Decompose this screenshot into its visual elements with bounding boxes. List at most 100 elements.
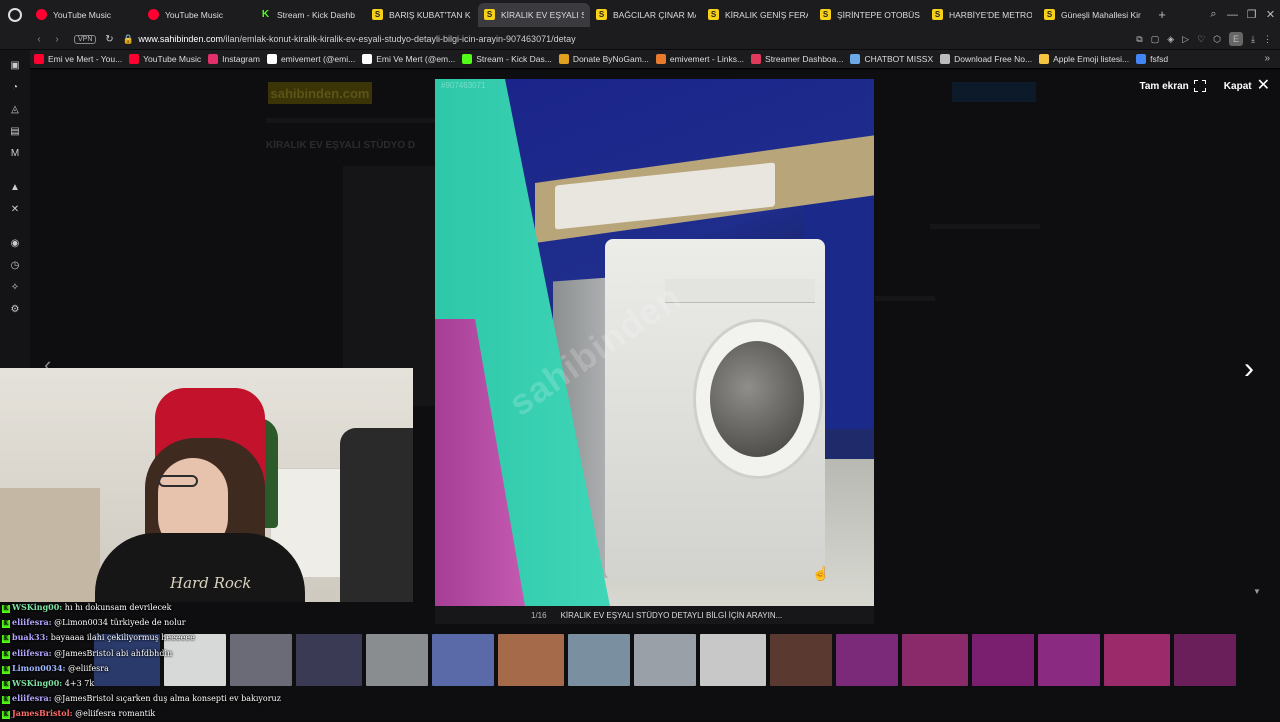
extensions-icon[interactable]: ⬡ bbox=[1213, 34, 1221, 45]
bookmark-8[interactable]: Streamer Dashboa... bbox=[751, 54, 850, 64]
bookmark-11[interactable]: Apple Emoji listesi... bbox=[1039, 54, 1136, 64]
chat-username[interactable]: eliifesra: bbox=[12, 617, 52, 627]
kick-badge-icon: K bbox=[2, 650, 10, 659]
photo-caption-bar: 1/16 KİRALIK EV EŞYALI STÜDYO DETAYLI Bİ… bbox=[435, 606, 874, 624]
tab-6[interactable]: S KİRALIK GENİŞ FERA bbox=[702, 3, 814, 27]
chat-username[interactable]: Limon0034: bbox=[12, 663, 66, 673]
bookmark-12[interactable]: fsfsd bbox=[1136, 54, 1175, 64]
close-window-button[interactable]: ✕ bbox=[1261, 8, 1280, 21]
site-logo: sahibinden.com bbox=[268, 82, 372, 104]
webcam-overlay: Hard Rock bbox=[0, 368, 413, 602]
url-path: /ilan/emlak-konut-kiralik-kiralik-ev-esy… bbox=[222, 34, 576, 44]
chat-username[interactable]: eliifesra: bbox=[12, 693, 52, 703]
tab-8[interactable]: S HARBİYE'DE METRO bbox=[926, 3, 1038, 27]
kick-badge-icon: K bbox=[2, 665, 10, 674]
vpn-badge[interactable]: VPN bbox=[74, 34, 97, 44]
photo-caption: KİRALIK EV EŞYALI STÜDYO DETAYLI BİLGİ İ… bbox=[560, 610, 783, 620]
sidebar-wallet-icon[interactable]: ▤ bbox=[0, 120, 30, 142]
sidebar-settings-icon[interactable]: ⚙ bbox=[0, 298, 30, 320]
thumbnail-16[interactable] bbox=[1174, 634, 1236, 686]
chat-text: @eliifesra bbox=[68, 663, 109, 673]
tab-5[interactable]: S BAĞCILAR ÇINAR MA bbox=[590, 3, 702, 27]
bookmark-10[interactable]: Download Free No... bbox=[940, 54, 1039, 64]
tab-1[interactable]: YouTube Music bbox=[142, 3, 254, 27]
sahibinden-icon: S bbox=[372, 9, 383, 20]
close-icon: ✕ bbox=[1256, 77, 1270, 94]
back-button[interactable]: ‹ bbox=[30, 34, 48, 45]
bookmark-label: emivemert (@emi... bbox=[280, 54, 356, 64]
thumbnail-8[interactable] bbox=[634, 634, 696, 686]
tab-7[interactable]: S ŞİRİNTEPE OTOBÜS bbox=[814, 3, 926, 27]
sidebar-clock-icon[interactable]: ◷ bbox=[0, 254, 30, 276]
thumbnail-7[interactable] bbox=[568, 634, 630, 686]
listing-id: #907463071 bbox=[441, 81, 486, 90]
thumbnail-4[interactable] bbox=[366, 634, 428, 686]
thumbnail-6[interactable] bbox=[498, 634, 564, 686]
bookmark-label: emivemert - Links... bbox=[669, 54, 745, 64]
tab-label: Stream - Kick Dashb bbox=[277, 9, 355, 20]
thumbnail-9[interactable] bbox=[700, 634, 766, 686]
forward-button[interactable]: › bbox=[48, 34, 66, 45]
thumbnail-15[interactable] bbox=[1104, 634, 1170, 686]
browser-logo-icon[interactable] bbox=[0, 0, 30, 29]
bookmark-1[interactable]: YouTube Music bbox=[129, 54, 208, 64]
thumbnail-5[interactable] bbox=[432, 634, 494, 686]
tab-4[interactable]: S KİRALIK EV EŞYALI STÜD bbox=[478, 2, 590, 27]
bookmark-9[interactable]: CHATBOT MISSX bbox=[850, 54, 940, 64]
tab-3[interactable]: S BARIŞ KUBAT'TAN K bbox=[366, 3, 478, 27]
sidebar-messenger-icon[interactable]: ▣ bbox=[0, 54, 30, 76]
bookmarks-more-icon[interactable]: » bbox=[1264, 53, 1270, 64]
bookmark-4[interactable]: Emi Ve Mert (@em... bbox=[362, 54, 462, 64]
sidebar-extensions-icon[interactable]: ✧ bbox=[0, 276, 30, 298]
bookmark-0[interactable]: Emi ve Mert - You... bbox=[34, 54, 129, 64]
search-tabs-icon[interactable]: ⌕ bbox=[1204, 8, 1223, 21]
sidebar-x-icon[interactable]: ✕ bbox=[0, 198, 30, 220]
sidebar-player-icon[interactable]: ◉ bbox=[0, 232, 30, 254]
chevron-down-icon[interactable]: ▼ bbox=[1253, 587, 1261, 596]
lock-icon[interactable]: 🔒 bbox=[118, 34, 138, 45]
bookmark-2[interactable]: Instagram bbox=[208, 54, 267, 64]
thumbnail-11[interactable] bbox=[836, 634, 898, 686]
tab-label: ŞİRİNTEPE OTOBÜS bbox=[837, 9, 920, 20]
bookmark-label: fsfsd bbox=[1150, 54, 1169, 64]
bookmark-5[interactable]: Stream - Kick Das... bbox=[462, 54, 559, 64]
bookmark-7[interactable]: emivemert - Links... bbox=[655, 54, 751, 64]
chatbot-icon bbox=[850, 54, 861, 64]
chat-username[interactable]: JamesBristol: bbox=[12, 708, 73, 718]
new-tab-button[interactable]: + bbox=[1152, 7, 1172, 22]
fullscreen-button[interactable]: Tam ekran bbox=[1140, 79, 1207, 93]
shield-icon[interactable]: ◈ bbox=[1167, 34, 1174, 45]
url-field[interactable]: www.sahibinden.com/ilan/emlak-konut-kira… bbox=[138, 34, 575, 44]
reload-icon[interactable]: ↻ bbox=[100, 34, 118, 45]
chat-username[interactable]: eliifesra: bbox=[12, 648, 52, 658]
profile-avatar[interactable]: E bbox=[1229, 32, 1244, 46]
tab-9[interactable]: S Güneşli Mahallesi Kir bbox=[1038, 3, 1150, 27]
restore-button[interactable]: ❐ bbox=[1242, 8, 1261, 21]
download-icon[interactable]: ⤓ bbox=[1251, 34, 1255, 45]
close-lightbox-button[interactable]: Kapat ✕ bbox=[1224, 77, 1270, 94]
thumbnail-10[interactable] bbox=[770, 634, 832, 686]
tab-0[interactable]: YouTube Music bbox=[30, 3, 142, 27]
sidebar-aria-icon[interactable]: ◬ bbox=[0, 98, 30, 120]
player-icon[interactable]: ▷ bbox=[1182, 34, 1189, 45]
url-host: www.sahibinden.com bbox=[138, 34, 223, 44]
cast-icon[interactable]: ⧉ bbox=[1136, 34, 1142, 45]
bookmark-6[interactable]: Donate ByNoGam... bbox=[558, 54, 656, 64]
bookmark-3[interactable]: emivemert (@emi... bbox=[266, 54, 362, 64]
sidebar-history-icon[interactable]: ◔ bbox=[0, 76, 30, 98]
thumbnail-14[interactable] bbox=[1038, 634, 1100, 686]
thumbnail-12[interactable] bbox=[902, 634, 968, 686]
chat-username[interactable]: WSKing00: bbox=[12, 602, 62, 612]
thumbnail-13[interactable] bbox=[972, 634, 1034, 686]
screenshot-icon[interactable]: ▢ bbox=[1151, 34, 1160, 45]
menu-icon[interactable]: ⋮ bbox=[1263, 34, 1272, 45]
tab-2[interactable]: K Stream - Kick Dashb bbox=[254, 3, 366, 27]
chat-username[interactable]: WSKing00: bbox=[12, 678, 62, 688]
heart-icon[interactable]: ♡ bbox=[1197, 34, 1205, 45]
minimize-button[interactable]: — bbox=[1223, 9, 1242, 21]
chat-username[interactable]: buak33: bbox=[12, 632, 48, 642]
listing-photo[interactable]: sahibinden #907463071 bbox=[435, 79, 874, 606]
sidebar-kick-icon[interactable]: ▲ bbox=[0, 176, 30, 198]
sidebar-m-icon[interactable]: M bbox=[0, 142, 30, 164]
next-photo-button[interactable]: › bbox=[1244, 352, 1254, 386]
